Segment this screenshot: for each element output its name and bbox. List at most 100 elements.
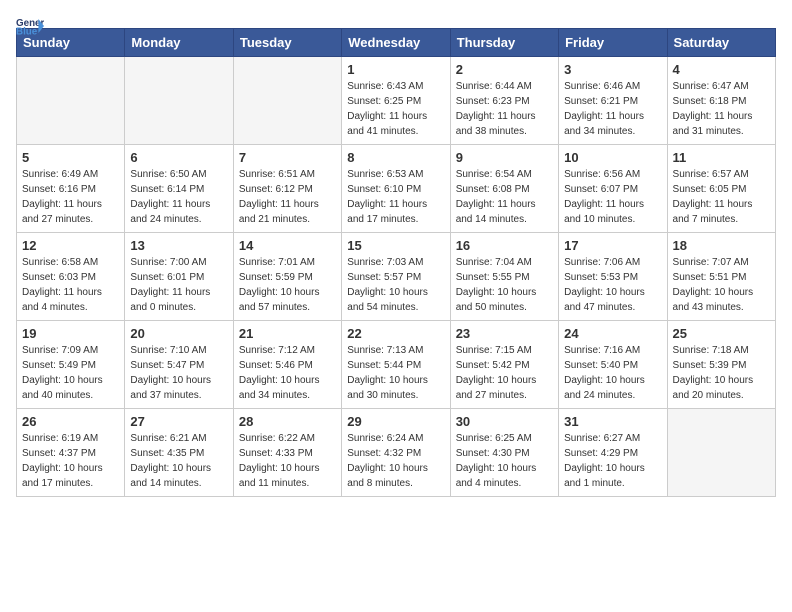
calendar-cell: 17 Sunrise: 7:06 AM Sunset: 5:53 PM Dayli… xyxy=(559,233,667,321)
calendar-cell xyxy=(233,57,341,145)
day-info: Sunrise: 6:56 AM Sunset: 6:07 PM Dayligh… xyxy=(564,167,661,227)
day-info: Sunrise: 7:07 AM Sunset: 5:51 PM Dayligh… xyxy=(673,255,770,315)
calendar-cell: 13 Sunrise: 7:00 AM Sunset: 6:01 PM Dayli… xyxy=(125,233,233,321)
day-info: Sunrise: 6:46 AM Sunset: 6:21 PM Dayligh… xyxy=(564,79,661,139)
calendar-cell: 15Sunrise: 7:03 AM Sunset: 5:57 PM Dayli… xyxy=(342,233,450,321)
calendar-cell: 5 Sunrise: 6:49 AM Sunset: 6:16 PM Daylig… xyxy=(17,145,125,233)
calendar-cell: 10 Sunrise: 6:56 AM Sunset: 6:07 PM Dayli… xyxy=(559,145,667,233)
day-info: Sunrise: 7:18 AM Sunset: 5:39 PM Dayligh… xyxy=(673,343,770,403)
day-number: 28 xyxy=(239,414,336,429)
day-info: Sunrise: 6:27 AM Sunset: 4:29 PM Dayligh… xyxy=(564,431,661,491)
calendar-cell: 2 Sunrise: 6:44 AM Sunset: 6:23 PM Daylig… xyxy=(450,57,558,145)
day-info: Sunrise: 7:15 AM Sunset: 5:42 PM Dayligh… xyxy=(456,343,553,403)
weekday-header: Tuesday xyxy=(233,29,341,57)
calendar-cell: 20 Sunrise: 7:10 AM Sunset: 5:47 PM Dayli… xyxy=(125,321,233,409)
day-number: 29 xyxy=(347,414,444,429)
weekday-header: Monday xyxy=(125,29,233,57)
day-info: Sunrise: 6:58 AM Sunset: 6:03 PM Dayligh… xyxy=(22,255,119,315)
calendar-week-row: 12 Sunrise: 6:58 AM Sunset: 6:03 PM Dayli… xyxy=(17,233,776,321)
calendar-week-row: 1 Sunrise: 6:43 AM Sunset: 6:25 PM Daylig… xyxy=(17,57,776,145)
day-number: 12 xyxy=(22,238,119,253)
day-info: Sunrise: 7:13 AM Sunset: 5:44 PM Dayligh… xyxy=(347,343,444,403)
calendar-cell: 26Sunrise: 6:19 AM Sunset: 4:37 PM Dayli… xyxy=(17,409,125,497)
calendar-cell: 25 Sunrise: 7:18 AM Sunset: 5:39 PM Dayli… xyxy=(667,321,775,409)
weekday-header: Wednesday xyxy=(342,29,450,57)
calendar-cell: 31 Sunrise: 6:27 AM Sunset: 4:29 PM Dayli… xyxy=(559,409,667,497)
calendar-header-row: SundayMondayTuesdayWednesdayThursdayFrid… xyxy=(17,29,776,57)
calendar-cell: 6Sunrise: 6:50 AM Sunset: 6:14 PM Daylig… xyxy=(125,145,233,233)
day-number: 22 xyxy=(347,326,444,341)
day-number: 14 xyxy=(239,238,336,253)
calendar-week-row: 5 Sunrise: 6:49 AM Sunset: 6:16 PM Daylig… xyxy=(17,145,776,233)
day-number: 25 xyxy=(673,326,770,341)
calendar-cell: 23 Sunrise: 7:15 AM Sunset: 5:42 PM Dayli… xyxy=(450,321,558,409)
day-number: 24 xyxy=(564,326,661,341)
calendar-cell: 8 Sunrise: 6:53 AM Sunset: 6:10 PM Daylig… xyxy=(342,145,450,233)
calendar-cell: 29 Sunrise: 6:24 AM Sunset: 4:32 PM Dayli… xyxy=(342,409,450,497)
calendar-cell: 19 Sunrise: 7:09 AM Sunset: 5:49 PM Dayli… xyxy=(17,321,125,409)
calendar-cell: 9 Sunrise: 6:54 AM Sunset: 6:08 PM Daylig… xyxy=(450,145,558,233)
day-info: Sunrise: 6:50 AM Sunset: 6:14 PM Dayligh… xyxy=(130,167,227,227)
calendar-cell xyxy=(17,57,125,145)
day-info: Sunrise: 7:12 AM Sunset: 5:46 PM Dayligh… xyxy=(239,343,336,403)
calendar-cell: 1 Sunrise: 6:43 AM Sunset: 6:25 PM Daylig… xyxy=(342,57,450,145)
day-info: Sunrise: 6:51 AM Sunset: 6:12 PM Dayligh… xyxy=(239,167,336,227)
calendar-cell: 27Sunrise: 6:21 AM Sunset: 4:35 PM Dayli… xyxy=(125,409,233,497)
day-number: 19 xyxy=(22,326,119,341)
calendar-cell: 7 Sunrise: 6:51 AM Sunset: 6:12 PM Daylig… xyxy=(233,145,341,233)
day-info: Sunrise: 6:49 AM Sunset: 6:16 PM Dayligh… xyxy=(22,167,119,227)
day-number: 15 xyxy=(347,238,444,253)
logo-icon: General Blue xyxy=(16,16,44,36)
calendar-cell: 16 Sunrise: 7:04 AM Sunset: 5:55 PM Dayli… xyxy=(450,233,558,321)
day-number: 17 xyxy=(564,238,661,253)
day-info: Sunrise: 7:16 AM Sunset: 5:40 PM Dayligh… xyxy=(564,343,661,403)
day-number: 13 xyxy=(130,238,227,253)
day-number: 8 xyxy=(347,150,444,165)
weekday-header: Saturday xyxy=(667,29,775,57)
day-number: 27 xyxy=(130,414,227,429)
calendar-cell: 18 Sunrise: 7:07 AM Sunset: 5:51 PM Dayli… xyxy=(667,233,775,321)
calendar-cell: 12 Sunrise: 6:58 AM Sunset: 6:03 PM Dayli… xyxy=(17,233,125,321)
day-number: 1 xyxy=(347,62,444,77)
day-number: 5 xyxy=(22,150,119,165)
day-info: Sunrise: 7:06 AM Sunset: 5:53 PM Dayligh… xyxy=(564,255,661,315)
calendar-cell: 28Sunrise: 6:22 AM Sunset: 4:33 PM Dayli… xyxy=(233,409,341,497)
calendar-cell: 24 Sunrise: 7:16 AM Sunset: 5:40 PM Dayli… xyxy=(559,321,667,409)
weekday-header: Thursday xyxy=(450,29,558,57)
day-number: 2 xyxy=(456,62,553,77)
day-info: Sunrise: 7:09 AM Sunset: 5:49 PM Dayligh… xyxy=(22,343,119,403)
day-info: Sunrise: 7:10 AM Sunset: 5:47 PM Dayligh… xyxy=(130,343,227,403)
day-number: 18 xyxy=(673,238,770,253)
day-info: Sunrise: 6:57 AM Sunset: 6:05 PM Dayligh… xyxy=(673,167,770,227)
calendar-cell: 4Sunrise: 6:47 AM Sunset: 6:18 PM Daylig… xyxy=(667,57,775,145)
calendar-cell: 14 Sunrise: 7:01 AM Sunset: 5:59 PM Dayli… xyxy=(233,233,341,321)
day-info: Sunrise: 6:25 AM Sunset: 4:30 PM Dayligh… xyxy=(456,431,553,491)
calendar-cell xyxy=(125,57,233,145)
day-number: 16 xyxy=(456,238,553,253)
calendar-cell: 3Sunrise: 6:46 AM Sunset: 6:21 PM Daylig… xyxy=(559,57,667,145)
calendar-table: SundayMondayTuesdayWednesdayThursdayFrid… xyxy=(16,28,776,497)
day-info: Sunrise: 6:24 AM Sunset: 4:32 PM Dayligh… xyxy=(347,431,444,491)
day-info: Sunrise: 7:00 AM Sunset: 6:01 PM Dayligh… xyxy=(130,255,227,315)
day-info: Sunrise: 6:53 AM Sunset: 6:10 PM Dayligh… xyxy=(347,167,444,227)
day-info: Sunrise: 7:01 AM Sunset: 5:59 PM Dayligh… xyxy=(239,255,336,315)
day-number: 9 xyxy=(456,150,553,165)
day-number: 4 xyxy=(673,62,770,77)
calendar-cell xyxy=(667,409,775,497)
day-number: 30 xyxy=(456,414,553,429)
day-number: 11 xyxy=(673,150,770,165)
day-number: 31 xyxy=(564,414,661,429)
day-number: 20 xyxy=(130,326,227,341)
day-info: Sunrise: 6:44 AM Sunset: 6:23 PM Dayligh… xyxy=(456,79,553,139)
day-info: Sunrise: 6:54 AM Sunset: 6:08 PM Dayligh… xyxy=(456,167,553,227)
calendar-cell: 11 Sunrise: 6:57 AM Sunset: 6:05 PM Dayli… xyxy=(667,145,775,233)
day-info: Sunrise: 7:04 AM Sunset: 5:55 PM Dayligh… xyxy=(456,255,553,315)
day-number: 10 xyxy=(564,150,661,165)
weekday-header: Friday xyxy=(559,29,667,57)
calendar-week-row: 26Sunrise: 6:19 AM Sunset: 4:37 PM Dayli… xyxy=(17,409,776,497)
day-number: 23 xyxy=(456,326,553,341)
calendar-cell: 21Sunrise: 7:12 AM Sunset: 5:46 PM Dayli… xyxy=(233,321,341,409)
day-info: Sunrise: 6:43 AM Sunset: 6:25 PM Dayligh… xyxy=(347,79,444,139)
calendar-cell: 22 Sunrise: 7:13 AM Sunset: 5:44 PM Dayli… xyxy=(342,321,450,409)
day-number: 7 xyxy=(239,150,336,165)
